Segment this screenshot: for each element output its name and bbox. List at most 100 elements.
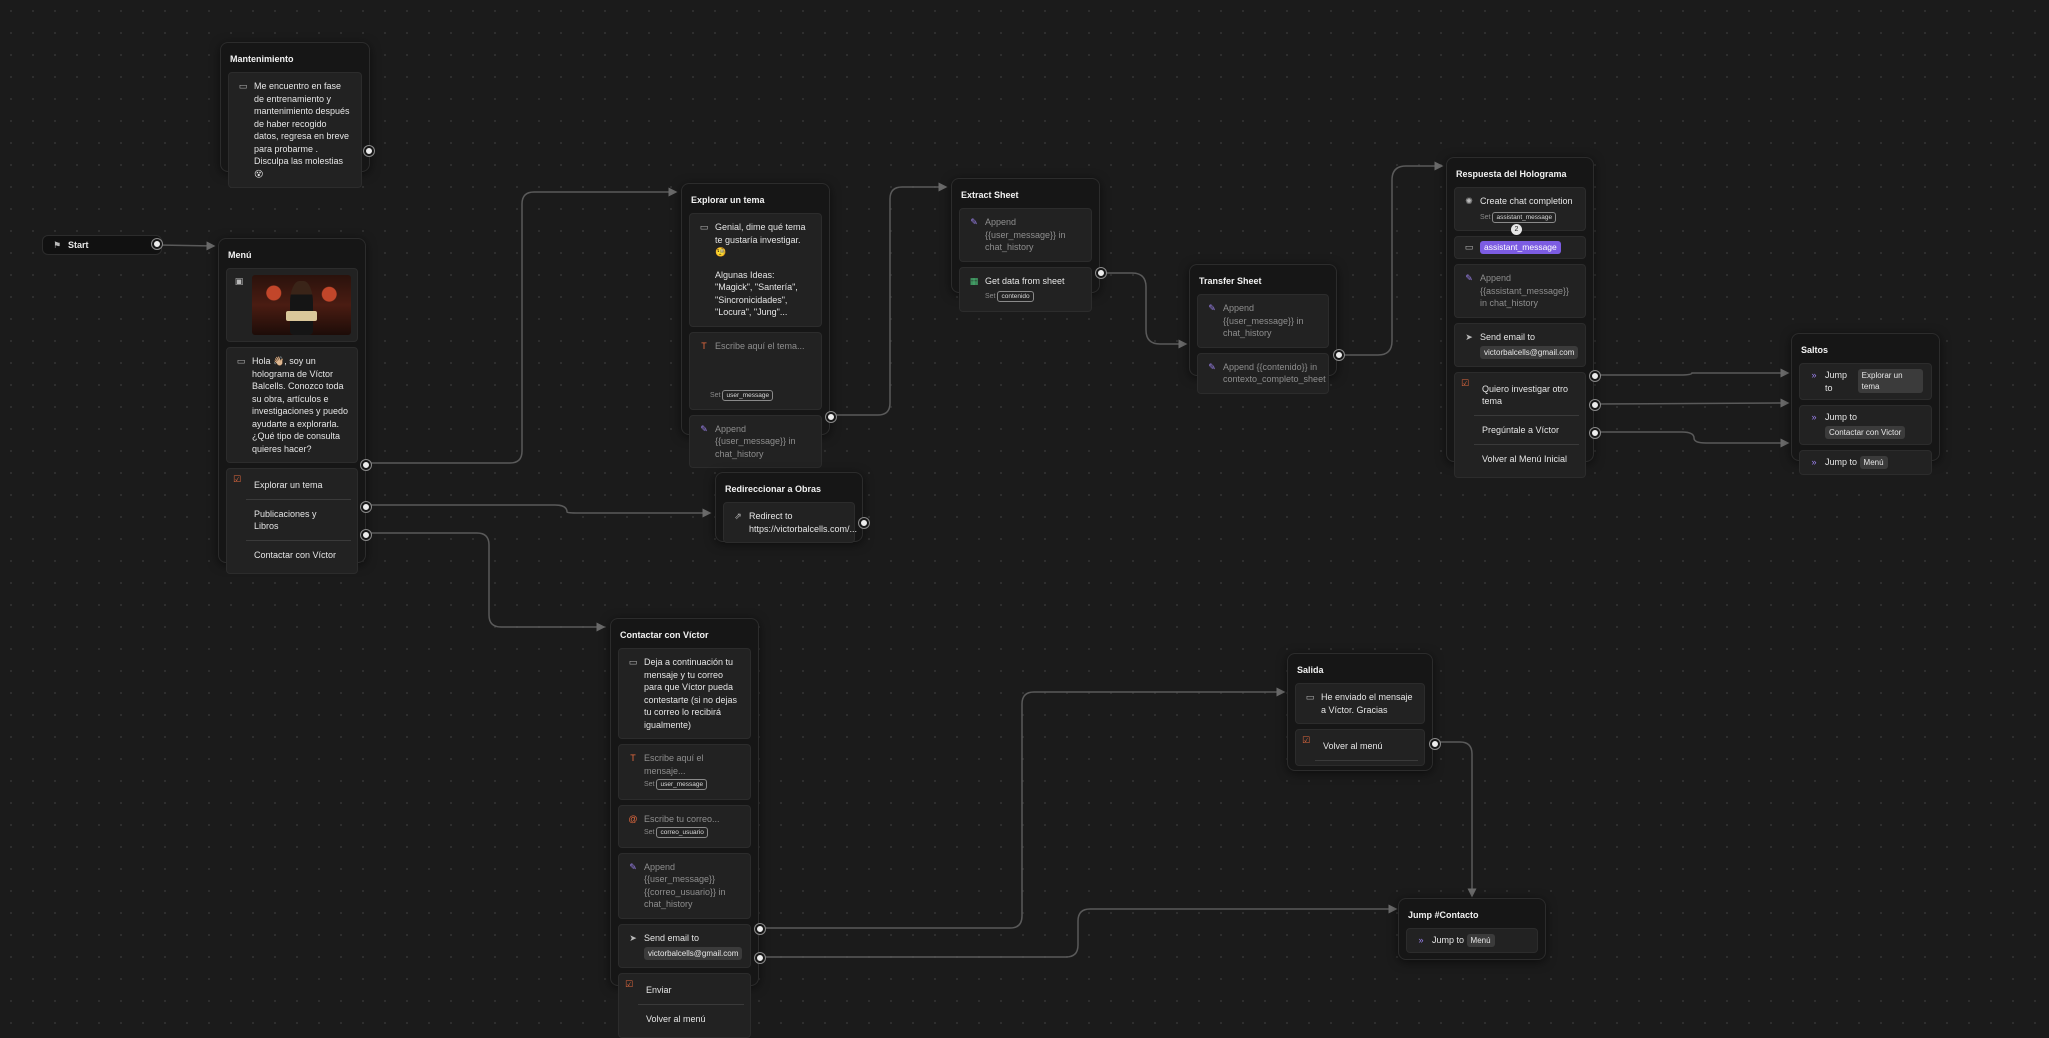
text-input-block[interactable]: T Escribe aquí el tema... Set user_messa…	[689, 331, 822, 410]
handle-contactar[interactable]	[361, 530, 371, 540]
choice-volver-menu[interactable]: Volver al menú	[638, 1005, 744, 1033]
redirect-block[interactable]: ⇗ Redirect to https://victorbalcells.com…	[723, 502, 857, 543]
node-title: Contactar con Víctor	[620, 630, 709, 640]
count-badge: 2	[1511, 224, 1522, 235]
node-title: Mantenimiento	[230, 54, 294, 64]
input-placeholder: Escribe aquí el mensaje...	[644, 753, 704, 776]
node-saltos[interactable]: Saltos » Jump to Explorar un tema » Jump…	[1791, 333, 1940, 475]
edge-enviar	[762, 687, 1286, 929]
node-respuesta-holograma[interactable]: Respuesta del Holograma ✺ Create chat co…	[1446, 157, 1600, 478]
choice-preguntale[interactable]: Pregúntale a Víctor	[1474, 416, 1579, 445]
node-redireccionar-obras[interactable]: Redireccionar a Obras ⇗ Redirect to http…	[715, 472, 869, 543]
jump-block[interactable]: » Jump to Explorar un tema	[1799, 363, 1932, 400]
set-variable-block[interactable]: ✎ Append {{user_message}} {{correo_usuar…	[618, 852, 751, 919]
message-icon: ▭	[236, 356, 246, 366]
node-salida[interactable]: Salida ▭ He enviado el mensaje a Víctor.…	[1287, 653, 1440, 771]
choice-input-block[interactable]: ☑ Enviar Volver al menú	[618, 973, 751, 1038]
set-variable-block[interactable]: ✎ Append {{user_message}} in chat_histor…	[689, 414, 822, 468]
choice-contactar[interactable]: Contactar con Víctor	[246, 541, 351, 569]
handle-volver-menu[interactable]	[1590, 428, 1600, 438]
text-bubble-block[interactable]: ▭ Hola 👋🏼, soy un holograma de Víctor Ba…	[226, 347, 358, 463]
redirect-url: https://victorbalcells.com/...	[749, 523, 858, 534]
node-title: Explorar un tema	[691, 195, 765, 205]
choice-icon: ☑	[624, 979, 634, 989]
node-transfer-sheet[interactable]: Transfer Sheet ✎ Append {{user_message}}…	[1189, 264, 1344, 394]
send-email-block[interactable]: ➤ Send email to victorbalcells@gmail.com	[1454, 322, 1586, 367]
handle-volver-menu[interactable]	[755, 953, 765, 963]
set-variable-block[interactable]: ✎ Append {{user_message}} in chat_histor…	[959, 208, 1092, 262]
pencil-icon: ✎	[1465, 273, 1473, 283]
send-text: Send email to	[1480, 331, 1536, 342]
email-input-block[interactable]: @ Escribe tu correo... Set correo_usuari…	[618, 804, 751, 848]
node-jump-contacto[interactable]: Jump #Contacto » Jump to Menú	[1398, 898, 1546, 960]
node-menu[interactable]: Menú ▣ ▭ Hola 👋🏼, soy un holograma de Ví…	[218, 238, 371, 574]
handle-enviar[interactable]	[755, 924, 765, 934]
choice-publicaciones[interactable]: Publicaciones y Libros	[246, 500, 351, 541]
text-bubble-block[interactable]: ▭ Genial, dime qué tema te gustaría inve…	[689, 213, 822, 327]
google-sheets-block[interactable]: ▦ Get data from sheet Set contenido	[959, 266, 1092, 312]
output-handle[interactable]	[826, 412, 836, 422]
set-label: Set	[1480, 213, 1491, 221]
choice-investigar-otro[interactable]: Quiero investigar otro tema	[1474, 375, 1579, 416]
text-input-block[interactable]: T Escribe aquí el mensaje... Set user_me…	[618, 744, 751, 800]
pencil-icon: ✎	[1208, 303, 1216, 313]
send-email-block[interactable]: ➤ Send email to victorbalcells@gmail.com	[618, 923, 751, 968]
create-text: Create chat completion	[1480, 196, 1573, 206]
node-extract-sheet[interactable]: Extract Sheet ✎ Append {{user_message}} …	[951, 178, 1106, 312]
choice-enviar[interactable]: Enviar	[638, 976, 744, 1005]
variable-tag: assistant_message	[1492, 211, 1557, 223]
node-mantenimiento[interactable]: Mantenimiento ▭ Me encuentro en fase de …	[220, 42, 374, 188]
node-title: Transfer Sheet	[1199, 276, 1262, 286]
jump-block[interactable]: » Jump to Menú	[1799, 449, 1932, 475]
node-contactar-victor[interactable]: Contactar con Víctor ▭ Deja a continuaci…	[610, 618, 765, 1038]
choice-explorar-un-tema[interactable]: Explorar un tema	[246, 471, 351, 500]
jump-block[interactable]: » Jump to Menú	[1406, 928, 1538, 953]
openai-block[interactable]: ✺ Create chat completion Set assistant_m…	[1454, 187, 1586, 235]
input-placeholder: Escribe tu correo...	[644, 813, 720, 824]
handle-publicaciones[interactable]	[361, 502, 371, 512]
set-variable-block[interactable]: ✎ Append {{user_message}} in chat_histor…	[1197, 294, 1329, 348]
choice-input-block[interactable]: ☑ Explorar un tema Publicaciones y Libro…	[226, 468, 358, 574]
output-handle[interactable]	[364, 146, 374, 156]
bubble-text: Deja a continuación tu mensaje y tu corr…	[644, 657, 738, 730]
text-bubble-block[interactable]: ▭ assistant_message	[1454, 236, 1586, 259]
set-label: Set	[985, 293, 996, 300]
jump-target-chip: Menú	[1859, 455, 1888, 469]
send-icon: ➤	[629, 932, 637, 943]
node-title: Salida	[1297, 665, 1324, 675]
set-variable-block[interactable]: ✎ Append {{assistant_message}} in chat_h…	[1454, 264, 1586, 318]
choice-input-block[interactable]: ☑ Volver al menú	[1295, 729, 1425, 766]
set-variable-block[interactable]: ✎ Append {{contenido}} in contexto_compl…	[1197, 352, 1329, 394]
node-explorar-un-tema[interactable]: Explorar un tema ▭ Genial, dime qué tema…	[681, 183, 836, 468]
variable-chip: assistant_message	[1480, 241, 1561, 254]
variable-tag: user_message	[656, 779, 708, 790]
text-bubble-block[interactable]: ▭ Me encuentro en fase de entrenamiento …	[228, 72, 362, 188]
jump-block[interactable]: » Jump to Contactar con Victor	[1799, 405, 1932, 445]
choice-volver-menu[interactable]: Volver al Menú Inicial	[1474, 445, 1579, 473]
text-input-icon: T	[701, 340, 707, 351]
handle-investigar-otro[interactable]	[1590, 371, 1600, 381]
append-text: Append {{user_message}} in chat_history	[985, 217, 1066, 252]
choice-input-block[interactable]: ☑ Quiero investigar otro tema Pregúntale…	[1454, 372, 1586, 478]
bubble-text: Me encuentro en fase de entrenamiento y …	[254, 81, 350, 179]
output-handle[interactable]	[859, 518, 869, 528]
choice-icon: ☑	[232, 474, 242, 484]
choice-volver-menu[interactable]: Volver al menú	[1315, 732, 1418, 761]
image-block[interactable]: ▣	[226, 268, 358, 342]
output-handle[interactable]	[1334, 350, 1344, 360]
redirect-label: Redirect to	[749, 511, 793, 521]
pencil-icon: ✎	[700, 423, 708, 434]
text-bubble-block[interactable]: ▭ Deja a continuación tu mensaje y tu co…	[618, 648, 751, 739]
bubble-text-line2: Algunas Ideas: "Magick", "Santería", "Si…	[715, 269, 798, 318]
text-bubble-block[interactable]: ▭ He enviado el mensaje a Víctor. Gracia…	[1295, 683, 1425, 724]
start-node[interactable]: ⚑ Start	[42, 235, 162, 255]
handle-explorar[interactable]	[361, 460, 371, 470]
append-text: Append {{user_message}} {{correo_usuario…	[644, 861, 726, 910]
handle-preguntale[interactable]	[1590, 400, 1600, 410]
output-handle[interactable]	[1096, 268, 1106, 278]
bubble-text: He enviado el mensaje a Víctor. Gracias	[1321, 692, 1413, 715]
edge-extract-transfer	[1101, 272, 1188, 349]
start-handle[interactable]	[152, 239, 162, 249]
output-handle[interactable]	[1430, 739, 1440, 749]
send-text: Send email to	[644, 932, 700, 943]
